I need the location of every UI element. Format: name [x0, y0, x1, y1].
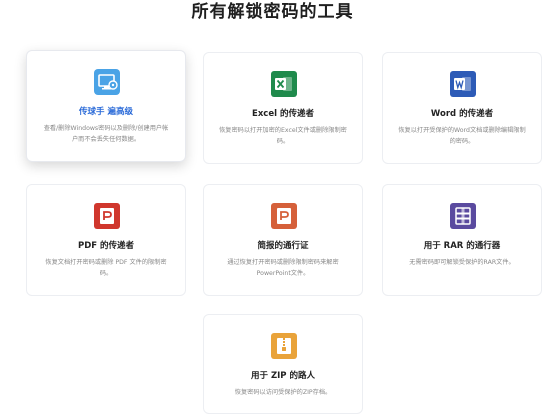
card-title: 用于 RAR 的通行器 — [423, 241, 501, 251]
card-desc: 恢复密码以打开加密的Excel文件或删除限制密码。 — [219, 127, 347, 145]
card-pdf-passper[interactable]: PDF 的传递者 恢复文档打开密码或删除 PDF 文件的限制密码。 — [26, 184, 186, 296]
powerpoint-icon — [271, 203, 297, 229]
card-desc: 恢复密码以访问受保护的ZIP存档。 — [234, 389, 332, 396]
card-zip-passper[interactable]: 用于 ZIP 的路人 恢复密码以访问受保护的ZIP存档。 — [203, 314, 363, 414]
zip-icon — [271, 333, 297, 359]
card-title: 传球手 遍高级 — [79, 107, 133, 117]
card-title: Word 的传递者 — [430, 109, 494, 119]
card-desc: 恢复以打开受保护的Word文档或删除编辑限制的密码。 — [398, 127, 526, 145]
pdf-icon — [94, 203, 120, 229]
card-rar-passper[interactable]: 用于 RAR 的通行器 无需密码即可解锁受保护的RAR文件。 — [382, 184, 542, 296]
card-desc: 通过恢复打开密码或删除限制密码来解密PowerPoint文件。 — [227, 259, 339, 277]
card-title: Excel 的传递者 — [252, 109, 314, 119]
rar-icon — [450, 203, 476, 229]
computer-gear-icon — [94, 69, 120, 95]
card-desc: 恢复文档打开密码或删除 PDF 文件的限制密码。 — [45, 259, 167, 277]
card-title: 用于 ZIP 的路人 — [251, 371, 315, 381]
word-icon — [450, 71, 476, 97]
excel-icon — [271, 71, 297, 97]
card-title: PDF 的传递者 — [77, 241, 135, 251]
card-powerpoint-passper[interactable]: 简报的通行证 通过恢复打开密码或删除限制密码来解密PowerPoint文件。 — [203, 184, 363, 296]
card-windows-passper[interactable]: 传球手 遍高级 查看/删除Windows密码以及删除/创建用户帐户而不会丢失任何… — [26, 50, 186, 162]
card-desc: 无需密码即可解锁受保护的RAR文件。 — [409, 259, 515, 266]
page-title: 所有解锁密码的工具 — [191, 2, 354, 22]
card-desc: 查看/删除Windows密码以及删除/创建用户帐户而不会丢失任何数据。 — [43, 125, 169, 143]
card-word-passper[interactable]: Word 的传递者 恢复以打开受保护的Word文档或删除编辑限制的密码。 — [382, 52, 542, 164]
card-title: 简报的通行证 — [257, 241, 309, 251]
card-excel-passper[interactable]: Excel 的传递者 恢复密码以打开加密的Excel文件或删除限制密码。 — [203, 52, 363, 164]
